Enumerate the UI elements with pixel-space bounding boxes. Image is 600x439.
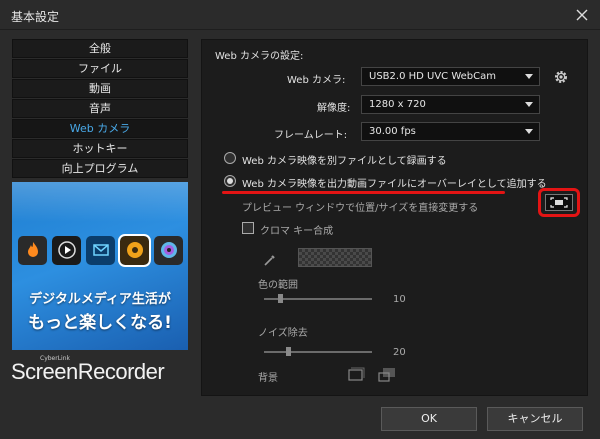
resolution-select-value: 1280 x 720	[369, 99, 426, 110]
camera-select-value: USB2.0 HD UVC WebCam	[369, 71, 496, 82]
color-range-thumb[interactable]	[278, 294, 284, 303]
flame-icon	[18, 235, 47, 265]
ok-button[interactable]: OK	[381, 407, 477, 431]
color-range-value: 10	[393, 294, 406, 305]
camera-label: Web カメラ:	[287, 75, 346, 86]
promo-icons	[18, 230, 184, 270]
resize-frame-icon	[550, 197, 568, 208]
sidebar-item-hotkey[interactable]: ホットキー	[12, 139, 188, 158]
film-reel-icon	[118, 233, 151, 267]
resolution-select[interactable]: 1280 x 720	[361, 95, 540, 114]
cancel-button[interactable]: キャンセル	[487, 407, 583, 431]
noise-reduction-value: 20	[393, 347, 406, 358]
chevron-down-icon	[525, 102, 533, 107]
camera-select[interactable]: USB2.0 HD UVC WebCam	[361, 67, 540, 86]
chroma-key-checkbox[interactable]	[242, 222, 254, 234]
background-image-icon	[378, 368, 395, 382]
gear-icon	[555, 71, 567, 83]
chevron-down-icon	[525, 129, 533, 134]
window-title: 基本設定	[11, 10, 60, 24]
sidebar-item-improvement-program[interactable]: 向上プログラム	[12, 159, 188, 178]
section-title: Web カメラの設定:	[215, 51, 304, 62]
promo-banner[interactable]: デジタルメディア生活が もっと楽しくなる!	[12, 182, 188, 350]
radio-separate-file[interactable]	[224, 152, 236, 164]
noise-reduction-slider[interactable]	[264, 351, 372, 353]
close-icon	[576, 9, 588, 21]
preview-position-button[interactable]	[545, 194, 573, 211]
resolution-label: 解像度:	[317, 103, 351, 114]
title-bar: 基本設定	[0, 0, 600, 30]
sidebar-item-general[interactable]: 全般	[12, 39, 188, 58]
framerate-select[interactable]: 30.00 fps	[361, 122, 540, 141]
brand-logo: ScreenRecorder	[11, 359, 165, 384]
radio-overlay-label[interactable]: Web カメラ映像を出力動画ファイルにオーバーレイとして追加する	[242, 175, 547, 190]
envelope-icon	[86, 235, 115, 265]
sidebar-item-file[interactable]: ファイル	[12, 59, 188, 78]
sidebar-item-webcam[interactable]: Web カメラ	[12, 119, 188, 138]
preview-adjust-label: プレビュー ウィンドウで位置/サイズを直接変更する	[242, 203, 479, 214]
background-frame-icon	[348, 367, 365, 381]
camera-settings-button[interactable]	[552, 68, 570, 86]
radio-separate-file-label[interactable]: Web カメラ映像を別ファイルとして録画する	[242, 152, 447, 167]
framerate-label: フレームレート:	[274, 130, 348, 141]
play-icon	[52, 235, 81, 265]
background-label: 背景	[258, 373, 278, 384]
disc-icon	[154, 235, 183, 265]
eyedropper-icon	[264, 254, 275, 266]
color-range-label: 色の範囲	[258, 280, 298, 291]
noise-reduction-label: ノイズ除去	[258, 328, 308, 339]
webcam-settings-panel: Web カメラの設定: Web カメラ: USB2.0 HD UVC WebCa…	[201, 39, 588, 396]
chroma-color-swatch[interactable]	[298, 248, 372, 267]
chevron-down-icon	[525, 74, 533, 79]
sidebar-item-audio[interactable]: 音声	[12, 99, 188, 118]
promo-line-1: デジタルメディア生活が	[29, 292, 171, 307]
background-button-1[interactable]	[347, 367, 365, 383]
noise-reduction-thumb[interactable]	[285, 347, 291, 356]
sidebar-item-video[interactable]: 動画	[12, 79, 188, 98]
highlight-underline	[222, 191, 505, 194]
radio-overlay[interactable]	[224, 175, 236, 187]
framerate-select-value: 30.00 fps	[369, 126, 416, 137]
color-picker-button[interactable]	[258, 250, 282, 269]
close-button[interactable]	[572, 5, 592, 25]
sidebar: 全般 ファイル 動画 音声 Web カメラ ホットキー 向上プログラム	[12, 39, 188, 179]
promo-line-2: もっと楽しくなる!	[28, 313, 172, 333]
background-button-2[interactable]	[378, 367, 396, 383]
chroma-key-label: クロマ キー合成	[260, 226, 334, 237]
